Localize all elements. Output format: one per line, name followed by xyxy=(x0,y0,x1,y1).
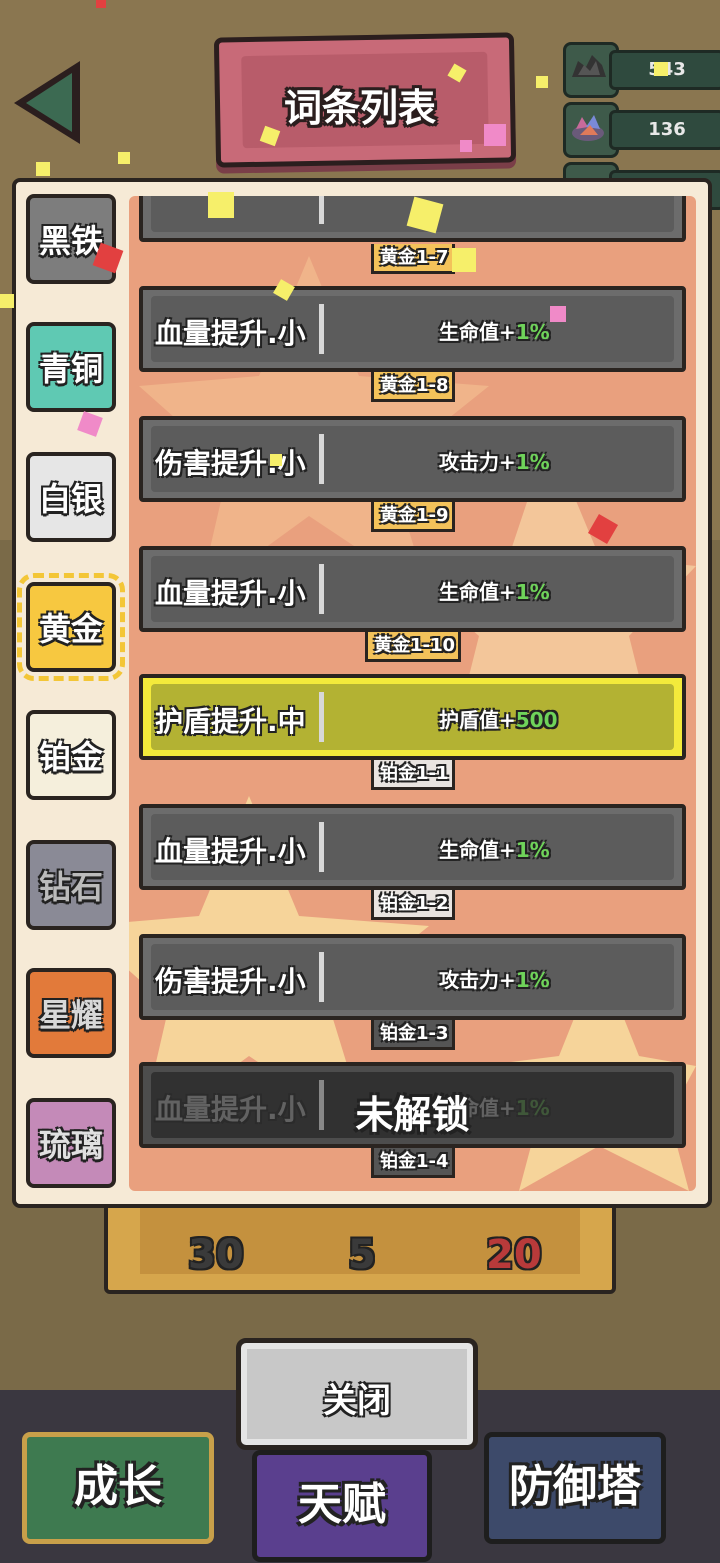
reward-value: 5 xyxy=(348,1232,376,1278)
tab-diamond[interactable]: 钻石 xyxy=(26,840,116,930)
tab-glaze[interactable]: 琉璃 xyxy=(26,1098,116,1188)
nav-growth[interactable]: 成长 xyxy=(22,1432,214,1544)
affix-row[interactable]: 伤害提升.小 攻击力+1% xyxy=(139,416,686,502)
affix-name: 伤害提升.小 xyxy=(155,447,306,480)
affix-effect: 攻击力+1% xyxy=(439,968,550,992)
level-tag: 黄金1-10 xyxy=(365,632,461,662)
affix-name: 伤害提升.小 xyxy=(155,965,306,998)
affix-name: 血量提升.小 xyxy=(155,317,306,350)
affix-effect: 生命值+1% xyxy=(439,838,550,862)
level-tag: 黄金1-9 xyxy=(371,502,455,532)
resource-crystal: 136 xyxy=(563,102,720,158)
affix-list[interactable]: 黄金1-7 血量提升.小 生命值+1% 黄金1-8 伤害提升.小 攻击力+1% … xyxy=(129,196,696,1191)
reward-value: 30 xyxy=(188,1232,244,1278)
affix-effect: 护盾值+500 xyxy=(439,708,558,732)
level-tag: 铂金1-1 xyxy=(371,760,455,790)
affix-row-locked[interactable]: 血量提升.小 生命值+1% 未解锁 xyxy=(139,1062,686,1148)
tab-platinum[interactable]: 铂金 xyxy=(26,710,116,800)
tab-silver[interactable]: 白银 xyxy=(26,452,116,542)
affix-name: 护盾提升.中 xyxy=(155,705,306,738)
level-tag: 黄金1-7 xyxy=(371,244,455,274)
affix-row-partial[interactable] xyxy=(139,196,686,242)
back-arrow-button[interactable] xyxy=(8,55,88,150)
affix-effect: 生命值+1% xyxy=(439,320,550,344)
close-label: 关闭 xyxy=(323,1381,391,1421)
title-wrap: 词条列表 xyxy=(215,35,505,155)
affix-effect: 攻击力+1% xyxy=(439,450,550,474)
reward-value: 20 xyxy=(486,1232,542,1278)
affix-effect: 生命值+1% xyxy=(439,580,550,604)
affix-row[interactable]: 血量提升.小 生命值+1% xyxy=(139,286,686,372)
tab-black-iron[interactable]: 黑铁 xyxy=(26,194,116,284)
affix-row[interactable]: 伤害提升.小 攻击力+1% xyxy=(139,934,686,1020)
back-arrow-icon xyxy=(14,61,80,144)
locked-label: 未解锁 xyxy=(355,1093,470,1137)
tab-star[interactable]: 星耀 xyxy=(26,968,116,1058)
nav-talent[interactable]: 天赋 xyxy=(252,1450,432,1562)
resource-coal: 543 xyxy=(563,42,720,98)
close-button[interactable]: 关闭 xyxy=(236,1338,478,1450)
nav-defense-tower[interactable]: 防御塔 xyxy=(484,1432,666,1544)
level-tag: 铂金1-3 xyxy=(371,1020,455,1050)
page-title: 词条列表 xyxy=(283,86,436,130)
tab-bronze[interactable]: 青铜 xyxy=(26,322,116,412)
affix-name: 血量提升.小 xyxy=(155,577,306,610)
affix-list-panel: 黄金1-7 血量提升.小 生命值+1% 黄金1-8 伤害提升.小 攻击力+1% … xyxy=(12,178,712,1208)
affix-row[interactable]: 血量提升.小 生命值+1% xyxy=(139,804,686,890)
affix-name: 血量提升.小 xyxy=(155,835,306,868)
resource-value: 136 xyxy=(609,110,720,150)
resource-value: 543 xyxy=(609,50,720,90)
affix-row[interactable]: 血量提升.小 生命值+1% xyxy=(139,546,686,632)
level-tag: 铂金1-2 xyxy=(371,890,455,920)
tab-gold-selected[interactable]: 黄金 xyxy=(17,573,125,681)
level-tag: 黄金1-8 xyxy=(371,372,455,402)
affix-row-active[interactable]: 护盾提升.中 护盾值+500 xyxy=(139,674,686,760)
level-tag: 铂金1-4 xyxy=(371,1148,455,1178)
